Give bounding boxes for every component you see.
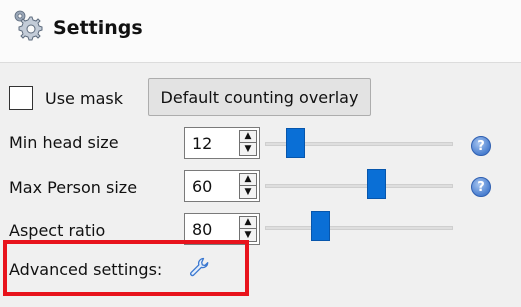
decrement-icon[interactable]: ▼ — [240, 143, 256, 155]
max-person-size-slider-track[interactable] — [265, 184, 453, 188]
aspect-ratio-value[interactable]: 80 — [192, 220, 212, 239]
aspect-ratio-spin-buttons: ▲ ▼ — [239, 216, 257, 242]
max-person-size-label: Max Person size — [9, 178, 138, 197]
min-head-size-spinbox[interactable]: 12 ▲ ▼ — [184, 127, 260, 159]
use-mask-checkbox[interactable] — [9, 86, 33, 110]
max-person-size-spin-buttons: ▲ ▼ — [239, 173, 257, 199]
default-counting-overlay-button[interactable]: Default counting overlay — [148, 78, 371, 116]
decrement-icon[interactable]: ▼ — [240, 186, 256, 198]
advanced-settings-highlight-box — [3, 240, 249, 296]
min-head-size-slider-thumb[interactable] — [286, 128, 305, 158]
min-head-size-label: Min head size — [9, 133, 119, 152]
max-person-size-value[interactable]: 60 — [192, 177, 212, 196]
max-person-size-slider-thumb[interactable] — [367, 169, 386, 199]
use-mask-label: Use mask — [45, 89, 123, 108]
increment-icon[interactable]: ▲ — [240, 174, 256, 186]
increment-icon[interactable]: ▲ — [240, 217, 256, 229]
help-icon[interactable]: ? — [471, 136, 491, 156]
aspect-ratio-slider-track[interactable] — [265, 226, 453, 230]
increment-icon[interactable]: ▲ — [240, 131, 256, 143]
settings-header: Settings — [0, 0, 521, 62]
page-title: Settings — [53, 17, 143, 39]
aspect-ratio-slider-thumb[interactable] — [311, 211, 330, 241]
min-head-size-value[interactable]: 12 — [192, 134, 212, 153]
min-head-size-spin-buttons: ▲ ▼ — [239, 130, 257, 156]
help-icon[interactable]: ? — [471, 177, 491, 197]
aspect-ratio-label: Aspect ratio — [9, 221, 106, 240]
max-person-size-spinbox[interactable]: 60 ▲ ▼ — [184, 170, 260, 202]
settings-gear-icon — [14, 10, 43, 41]
